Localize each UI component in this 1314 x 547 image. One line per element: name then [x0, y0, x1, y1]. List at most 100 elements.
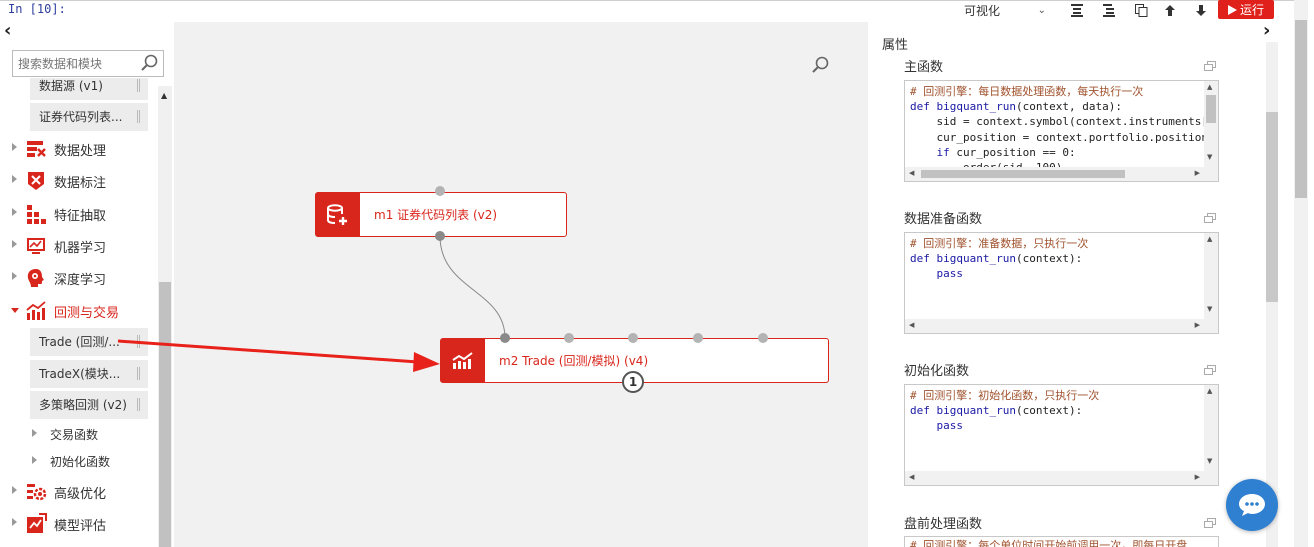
node-input-port[interactable] [564, 333, 574, 343]
collapse-left-icon[interactable]: ‹ [4, 22, 11, 40]
module-item-label: 证券代码列表... [39, 110, 123, 124]
chat-bubble-icon [1239, 494, 1265, 516]
page-scrollbar[interactable] [1294, 0, 1308, 547]
category-label: 数据处理 [54, 144, 107, 159]
editor-vertical-scrollbar[interactable]: ▲ ▼ [1204, 81, 1218, 169]
module-search-box[interactable] [12, 50, 164, 77]
drag-handle-icon[interactable] [137, 335, 140, 348]
code-editor-main[interactable]: # 回测引擎：每日数据处理函数，每天执行一次 def bigquant_run(… [904, 80, 1219, 182]
category-label: 特征抽取 [54, 209, 107, 224]
drag-handle-icon[interactable] [137, 79, 140, 92]
section-title-prepare: 数据准备函数 [904, 212, 983, 227]
canvas-search-icon[interactable] [812, 56, 830, 74]
chevron-down-icon: ⌄ [1037, 5, 1046, 16]
code-text[interactable]: # 回测引擎：每个单位时间开始前调用一次，即每日开盘 [910, 538, 1187, 547]
node-output-port[interactable] [435, 231, 445, 241]
expand-icon[interactable] [1101, 2, 1117, 18]
data-label-icon [28, 172, 44, 190]
module-item-label: TradeX(模块... [39, 367, 121, 381]
module-item-multi-strategy[interactable]: 多策略回测 (v2) [30, 391, 148, 419]
run-button[interactable]: 运行 [1218, 0, 1274, 19]
code-editor-init[interactable]: # 回测引擎：初始化函数，只执行一次 def bigquant_run(cont… [904, 384, 1219, 486]
editor-horizontal-scrollbar[interactable]: ◀ ▶ [905, 319, 1218, 333]
caret-right-icon [32, 456, 37, 464]
node-input-port[interactable] [693, 333, 703, 343]
copy-icon[interactable] [1133, 2, 1149, 18]
move-down-icon[interactable] [1193, 2, 1209, 18]
view-mode-value: 可视化 [964, 4, 1001, 18]
editor-vertical-scrollbar[interactable]: ▲ ▼ [1204, 385, 1218, 473]
caret-right-icon [12, 143, 17, 151]
module-item-tradex[interactable]: TradeX(模块... [30, 360, 148, 388]
category-data-label[interactable]: 数据标注 [0, 169, 158, 193]
code-editor-premarket[interactable]: # 回测引擎：每个单位时间开始前调用一次，即每日开盘 [904, 536, 1219, 547]
move-up-icon[interactable] [1162, 2, 1178, 18]
section-title-premarket: 盘前处理函数 [904, 517, 983, 532]
node-input-port[interactable] [628, 333, 638, 343]
caret-right-icon [32, 429, 37, 437]
module-item-label: 数据源 (v1) [39, 79, 103, 93]
feature-extract-icon [27, 205, 46, 224]
collapse-right-icon[interactable]: › [1263, 22, 1270, 40]
drag-handle-icon[interactable] [137, 110, 140, 123]
workflow-canvas[interactable] [174, 22, 868, 547]
category-machine-learning[interactable]: 机器学习 [0, 234, 158, 258]
category-label: 深度学习 [54, 273, 107, 288]
scroll-up-icon[interactable]: ▲ [161, 91, 167, 100]
category-label: 机器学习 [54, 241, 107, 256]
model-eval-icon [27, 513, 47, 533]
properties-scrollbar[interactable] [1266, 42, 1278, 547]
category-label: 高级优化 [54, 487, 107, 502]
run-button-label: 运行 [1239, 3, 1264, 17]
node-input-port[interactable] [758, 333, 768, 343]
category-label: 回测与交易 [54, 306, 120, 321]
editor-horizontal-scrollbar[interactable]: ◀ ▶ [905, 167, 1218, 181]
view-mode-select[interactable]: 可视化 ⌄ [958, 2, 1050, 20]
chat-support-button[interactable] [1226, 479, 1278, 531]
expand-editor-icon[interactable] [1204, 365, 1216, 376]
search-icon[interactable] [141, 54, 159, 72]
module-item-datasource[interactable]: 数据源 (v1) [30, 78, 148, 100]
expand-editor-icon[interactable] [1204, 518, 1216, 529]
code-text[interactable]: # 回测引擎：每日数据处理函数，每天执行一次 def bigquant_run(… [910, 84, 1208, 175]
expand-editor-icon[interactable] [1204, 61, 1216, 72]
category-feature-extract[interactable]: 特征抽取 [0, 202, 158, 226]
expand-editor-icon[interactable] [1204, 213, 1216, 224]
caret-right-icon [12, 486, 17, 494]
optimize-icon [27, 484, 47, 501]
module-search-input[interactable] [13, 51, 137, 76]
node-input-port[interactable] [435, 186, 445, 196]
code-text[interactable]: # 回测引擎：准备数据，只执行一次 def bigquant_run(conte… [910, 236, 1088, 282]
category-label: 模型评估 [54, 519, 107, 534]
category-optimize[interactable]: 高级优化 [0, 480, 158, 504]
drag-handle-icon[interactable] [137, 398, 140, 411]
scrollbar-thumb[interactable] [1295, 20, 1307, 198]
deep-learning-icon [27, 269, 44, 287]
category-backtest[interactable]: 回测与交易 [0, 299, 158, 323]
module-item-label: 多策略回测 (v2) [39, 398, 127, 412]
play-icon [1227, 4, 1237, 15]
caret-right-icon [12, 240, 17, 248]
database-add-icon [316, 193, 360, 236]
scrollbar-thumb[interactable] [1266, 112, 1278, 302]
editor-horizontal-scrollbar[interactable]: ◀ ▶ [905, 471, 1218, 485]
chart-trend-icon [441, 339, 485, 382]
sidebar-scrollbar[interactable]: ▲ [158, 86, 172, 547]
editor-vertical-scrollbar[interactable]: ▲ ▼ [1204, 233, 1218, 321]
scrollbar-thumb[interactable] [159, 282, 171, 547]
module-item-trade[interactable]: Trade (回测/... [30, 328, 148, 356]
cell-top-border [0, 0, 1300, 1]
node-output-badge[interactable]: 1 [622, 371, 644, 393]
module-item-instruments[interactable]: 证券代码列表... [30, 103, 148, 131]
node-input-port[interactable] [500, 333, 510, 343]
collapse-icon[interactable] [1069, 2, 1085, 18]
caret-right-icon [12, 272, 17, 280]
code-editor-prepare[interactable]: # 回测引擎：准备数据，只执行一次 def bigquant_run(conte… [904, 232, 1219, 334]
category-model-eval[interactable]: 模型评估 [0, 512, 158, 536]
drag-handle-icon[interactable] [137, 367, 140, 380]
module-sidebar: 数据源 (v1) 证券代码列表... 数据处理 数据标注 特征抽取 机器学习 深… [0, 78, 158, 547]
section-title-init: 初始化函数 [904, 364, 970, 379]
category-deep-learning[interactable]: 深度学习 [0, 266, 158, 290]
category-data-process[interactable]: 数据处理 [0, 137, 158, 161]
code-text[interactable]: # 回测引擎：初始化函数，只执行一次 def bigquant_run(cont… [910, 388, 1099, 434]
